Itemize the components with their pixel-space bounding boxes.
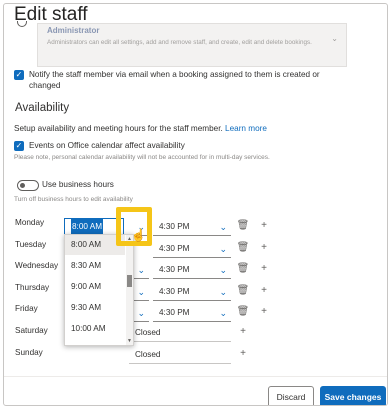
chevron-down-icon: ⌄: [137, 287, 145, 297]
chevron-down-icon: ⌄: [219, 287, 227, 297]
tuesday-delete-icon[interactable]: 🗑: [235, 240, 251, 256]
thursday-add-icon[interactable]: +: [256, 283, 272, 299]
day-label-thursday: Thursday: [15, 283, 50, 292]
monday-end-value: 4:30 PM: [159, 222, 190, 231]
dropdown-option[interactable]: 9:00 AM: [65, 277, 125, 297]
day-label-wednesday: Wednesday: [15, 261, 59, 270]
tuesday-end-value: 4:30 PM: [159, 244, 190, 253]
business-hours-note: Turn off business hours to edit availabi…: [14, 196, 133, 203]
office-calendar-note: Please note, personal calendar availabil…: [14, 154, 270, 161]
edit-staff-panel: Edit staff Administrator Administrators …: [3, 3, 388, 406]
chevron-down-icon: ⌄: [219, 244, 227, 254]
role-option-card[interactable]: Administrator Administrators can edit al…: [37, 23, 347, 67]
monday-add-icon[interactable]: +: [256, 218, 272, 234]
dropdown-option[interactable]: 8:30 AM: [65, 256, 125, 276]
availability-description: Setup availability and meeting hours for…: [14, 123, 267, 134]
sunday-status: Closed: [129, 346, 231, 364]
day-label-saturday: Saturday: [15, 326, 48, 335]
office-calendar-label: Events on Office calendar affect availab…: [29, 141, 185, 150]
availability-heading: Availability: [15, 102, 70, 114]
business-hours-toggle[interactable]: [17, 180, 39, 191]
dropdown-option[interactable]: 10:00 AM: [65, 319, 125, 339]
thursday-end-select[interactable]: 4:30 PM ⌄: [153, 283, 231, 301]
tuesday-end-select[interactable]: 4:30 PM ⌄: [153, 240, 231, 258]
friday-add-icon[interactable]: +: [256, 304, 272, 320]
day-label-monday: Monday: [15, 218, 45, 227]
saturday-status: Closed: [129, 324, 231, 342]
wednesday-end-select[interactable]: 4:30 PM ⌄: [153, 261, 231, 279]
chevron-down-icon: ⌄: [331, 34, 338, 43]
friday-end-select[interactable]: 4:30 PM ⌄: [153, 304, 231, 322]
monday-start-value: 8:00 AM: [71, 219, 104, 234]
day-label-sunday: Sunday: [15, 348, 43, 357]
notify-label: Notify the staff member via email when a…: [29, 69, 359, 91]
day-label-tuesday: Tuesday: [15, 240, 47, 249]
chevron-down-icon: ⌄: [137, 265, 145, 275]
learn-more-link[interactable]: Learn more: [225, 124, 267, 133]
day-label-friday: Friday: [15, 304, 38, 313]
friday-end-value: 4:30 PM: [159, 308, 190, 317]
sunday-add-icon[interactable]: +: [235, 346, 251, 362]
footer-divider: [4, 376, 387, 377]
chevron-down-icon: ⌄: [219, 222, 227, 232]
start-time-dropdown-list[interactable]: 8:00 AM 8:30 AM 9:00 AM 9:30 AM 10:00 AM…: [64, 234, 134, 346]
scrollbar-thumb[interactable]: [127, 275, 132, 287]
monday-end-select[interactable]: 4:30 PM ⌄: [153, 218, 231, 236]
availability-description-text: Setup availability and meeting hours for…: [14, 124, 223, 133]
save-changes-button[interactable]: Save changes: [320, 386, 386, 405]
office-calendar-checkbox[interactable]: ✓: [14, 141, 24, 151]
tuesday-add-icon[interactable]: +: [256, 240, 272, 256]
thursday-end-value: 4:30 PM: [159, 287, 190, 296]
discard-button[interactable]: Discard: [268, 386, 314, 405]
monday-delete-icon[interactable]: 🗑: [235, 218, 251, 234]
wednesday-add-icon[interactable]: +: [256, 261, 272, 277]
role-radio-icon[interactable]: [17, 21, 27, 27]
friday-delete-icon[interactable]: 🗑: [235, 304, 251, 320]
hand-cursor-icon: ☝: [131, 228, 146, 242]
chevron-down-icon: ⌄: [137, 308, 145, 318]
chevron-down-icon: ⌄: [219, 308, 227, 318]
business-hours-label: Use business hours: [42, 180, 114, 189]
sunday-status-text: Closed: [135, 350, 161, 359]
thursday-delete-icon[interactable]: 🗑: [235, 283, 251, 299]
wednesday-delete-icon[interactable]: 🗑: [235, 261, 251, 277]
saturday-add-icon[interactable]: +: [235, 324, 251, 340]
dropdown-option[interactable]: 9:30 AM: [65, 298, 125, 318]
dropdown-scrollbar[interactable]: [126, 235, 133, 345]
wednesday-end-value: 4:30 PM: [159, 265, 190, 274]
notify-label-line2: changed: [29, 81, 61, 90]
role-name: Administrator: [47, 26, 100, 35]
notify-label-line1: Notify the staff member via email when a…: [29, 70, 320, 79]
notify-checkbox[interactable]: ✓: [14, 70, 24, 80]
chevron-down-icon: ⌄: [219, 265, 227, 275]
role-description: Administrators can edit all settings, ad…: [47, 39, 312, 46]
saturday-status-text: Closed: [135, 328, 161, 337]
scroll-down-icon[interactable]: ▼: [127, 338, 132, 344]
monday-start-select[interactable]: 8:00 AM: [64, 218, 124, 235]
